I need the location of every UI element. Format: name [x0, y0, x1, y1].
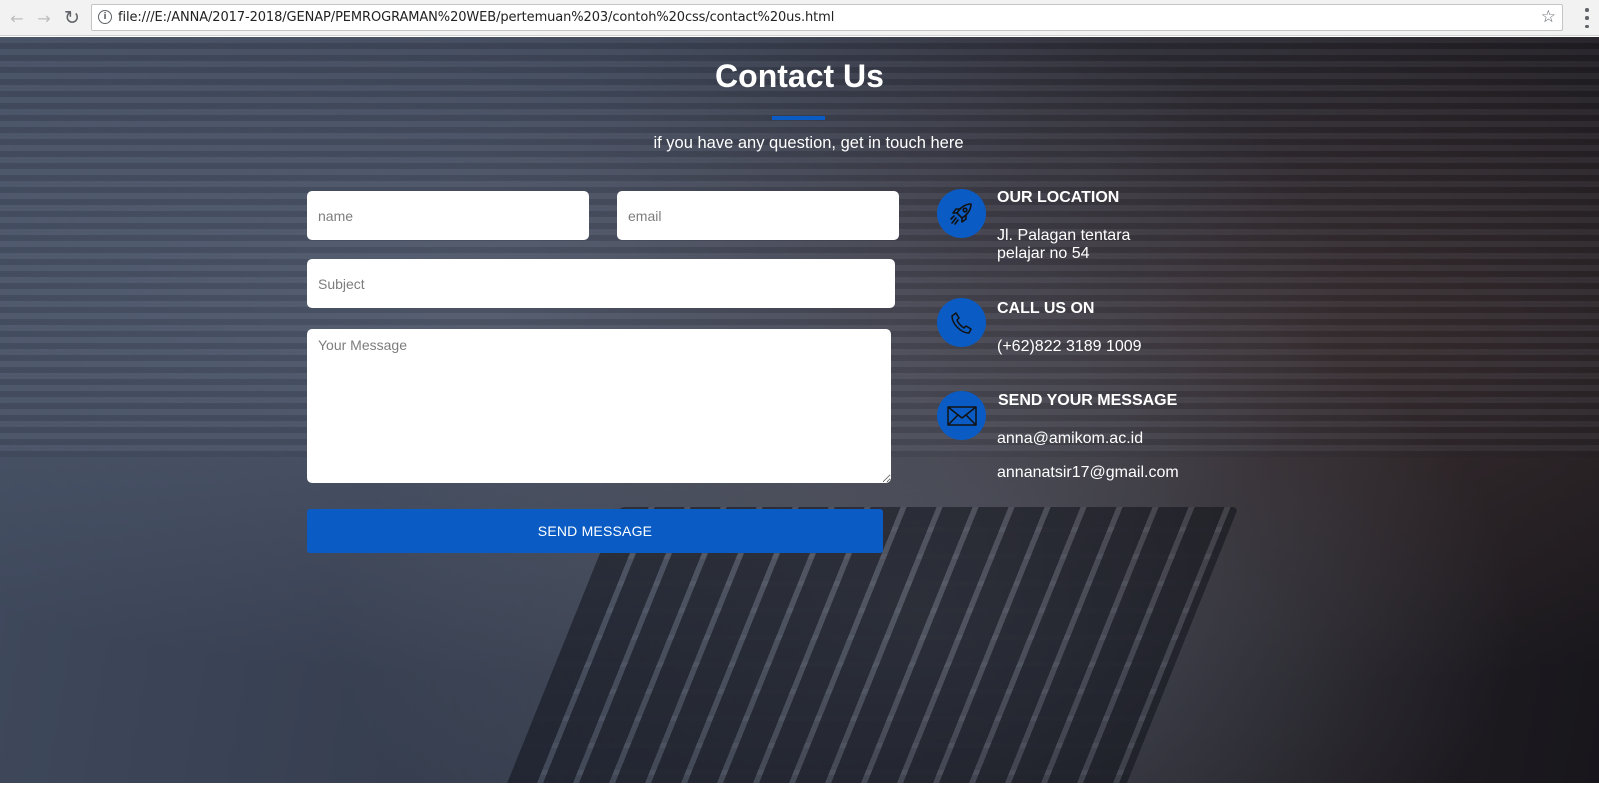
message-textarea[interactable] — [307, 329, 891, 483]
forward-arrow-icon[interactable]: → — [34, 8, 54, 28]
email-address-2: annanatsir17@gmail.com — [997, 464, 1179, 481]
envelope-icon — [946, 405, 977, 426]
phone-heading: CALL US ON — [997, 300, 1095, 317]
message-heading: SEND YOUR MESSAGE — [998, 392, 1178, 409]
subject-input[interactable] — [307, 259, 895, 308]
phone-number: (+62)822 3189 1009 — [997, 338, 1142, 355]
phone-icon-badge — [937, 298, 986, 347]
email-icon-badge — [937, 391, 986, 440]
contact-page: Contact Us if you have any question, get… — [0, 37, 1599, 783]
address-line-2: pelajar no 54 — [997, 245, 1090, 262]
location-icon-badge — [937, 189, 986, 238]
url-text[interactable]: file:///E:/ANNA/2017-2018/GENAP/PEMROGRA… — [118, 10, 834, 25]
browser-toolbar: ← → ↻ i file:///E:/ANNA/2017-2018/GENAP/… — [0, 0, 1599, 36]
page-subtitle: if you have any question, get in touch h… — [653, 134, 964, 152]
info-icon[interactable]: i — [98, 10, 112, 24]
phone-icon — [950, 311, 972, 334]
kebab-menu-icon[interactable] — [1585, 8, 1589, 28]
rocket-icon — [949, 202, 972, 225]
title-underline — [772, 116, 825, 120]
email-address-1: anna@amikom.ac.id — [997, 430, 1144, 447]
reload-icon[interactable]: ↻ — [62, 7, 82, 29]
name-input[interactable] — [307, 191, 589, 240]
bookmark-star-icon[interactable]: ☆ — [1541, 7, 1556, 27]
send-message-button[interactable]: SEND MESSAGE — [307, 509, 883, 553]
email-input[interactable] — [617, 191, 899, 240]
address-line-1: Jl. Palagan tentara — [997, 227, 1131, 244]
location-heading: OUR LOCATION — [997, 189, 1120, 206]
address-bar[interactable]: i file:///E:/ANNA/2017-2018/GENAP/PEMROG… — [91, 4, 1563, 31]
back-arrow-icon[interactable]: ← — [7, 8, 27, 28]
page-title: Contact Us — [715, 58, 884, 94]
